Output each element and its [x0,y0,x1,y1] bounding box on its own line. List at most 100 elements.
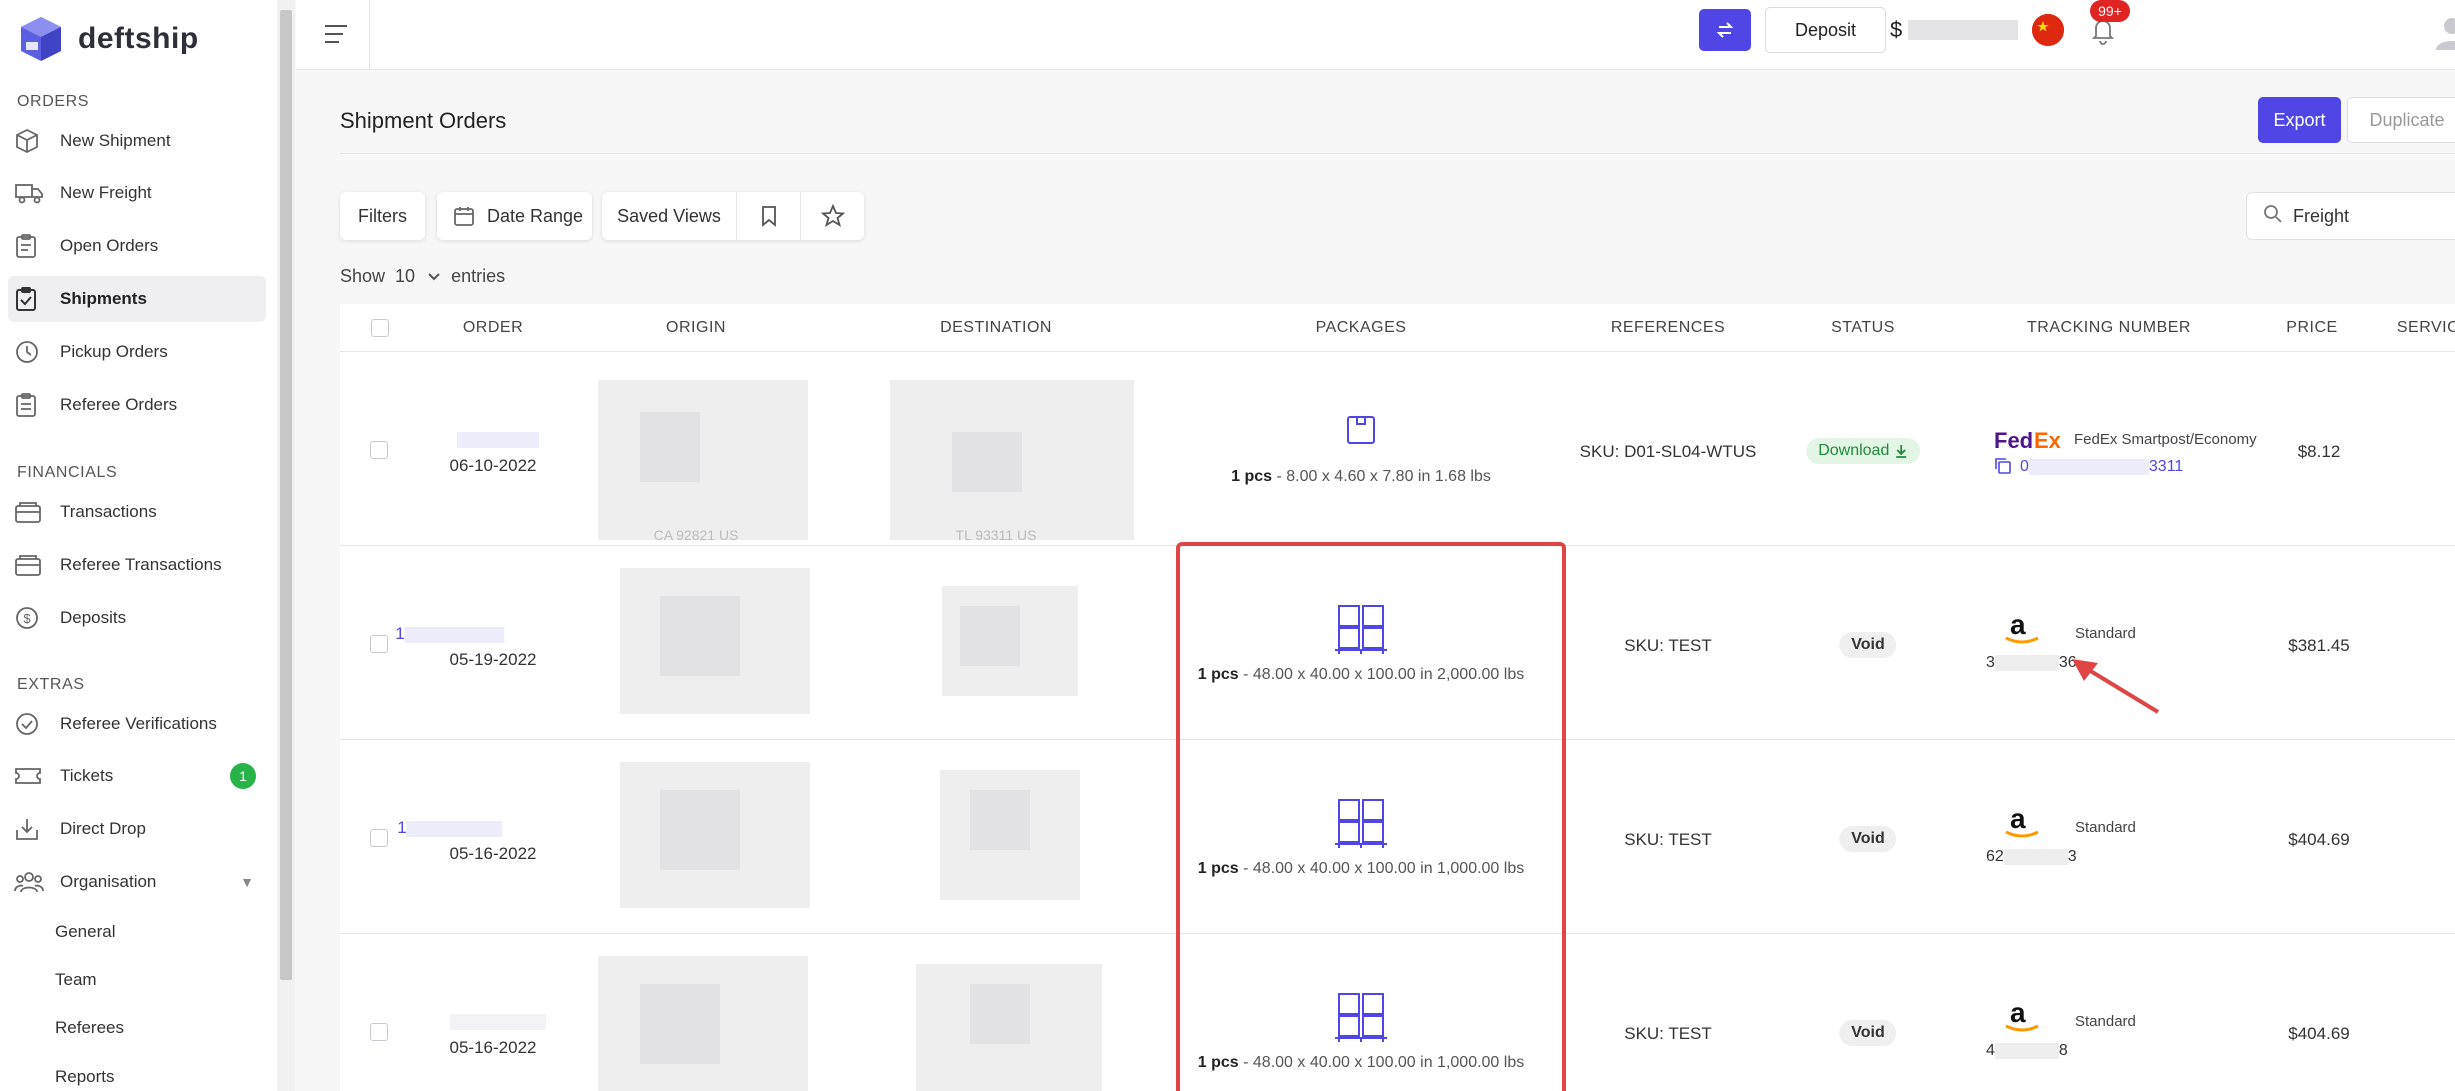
status-badge: Void [1839,826,1897,852]
row-checkbox[interactable] [370,635,388,653]
box-icon [1345,414,1377,451]
brand-logo[interactable]: deftship [16,14,199,64]
order-date: 05-16-2022 [449,1038,537,1057]
column-packages[interactable]: PACKAGES [1316,319,1407,337]
sidebar-item-label: Referee Orders [60,395,178,414]
sidebar-subitem-referees[interactable]: Referees [55,1018,124,1038]
svg-text:a: a [2010,804,2026,834]
tracking-number-link[interactable]: 0 3311 [2020,458,2183,476]
column-price[interactable]: PRICE [2286,319,2337,337]
order-redacted [406,820,503,837]
column-service[interactable]: SERVIC [2397,319,2455,337]
row-checkbox[interactable] [370,829,388,847]
bookmark-icon[interactable] [737,192,800,240]
reference: SKU: TEST [1624,830,1712,849]
sidebar-item-tickets[interactable]: Tickets 1 [8,753,266,799]
sidebar-item-pickup-orders[interactable]: Pickup Orders [8,329,266,375]
deposit-button[interactable]: Deposit [1765,7,1886,53]
download-box-icon [14,815,50,843]
tracking-number[interactable]: 48 [1986,1042,2068,1060]
language-flag-icon[interactable] [2032,14,2064,46]
sidebar-item-label: Organisation [60,872,157,891]
destination-redacted [952,432,1022,492]
tracking-prefix: 4 [1986,1042,1995,1059]
sidebar-item-label: Referee Transactions [60,555,222,574]
column-origin[interactable]: ORIGIN [666,319,726,337]
sidebar-item-new-freight[interactable]: New Freight [8,170,266,216]
order-redacted [404,626,505,643]
sidebar-subitem-team[interactable]: Team [55,970,97,990]
reference: SKU: D01-SL04-WTUS [1579,442,1757,461]
order-date: 06-10-2022 [449,456,537,475]
package-dims: - 8.00 x 4.60 x 7.80 in 1.68 lbs [1272,468,1491,485]
sidebar-item-new-shipment[interactable]: New Shipment [8,118,266,164]
entries-value: 10 [395,266,416,286]
sidebar-item-direct-drop[interactable]: Direct Drop [8,806,266,852]
tracking-prefix: 62 [1986,848,2004,865]
column-destination[interactable]: DESTINATION [940,319,1052,337]
sidebar-item-label: Pickup Orders [60,342,168,361]
sidebar-subitem-general[interactable]: General [55,922,115,942]
export-button[interactable]: Export [2258,97,2341,143]
search-input[interactable] [2293,205,2455,227]
truck-icon [14,179,50,207]
select-all-checkbox[interactable] [371,319,389,337]
column-references[interactable]: REFERENCES [1611,319,1725,337]
sidebar-item-shipments[interactable]: Shipments [8,276,266,322]
sidebar-item-referee-verifications[interactable]: Referee Verifications [8,701,266,747]
tracking-suffix: 3311 [2148,458,2184,475]
order-number-link[interactable] [450,1014,546,1030]
topbar-divider [369,0,370,70]
sidebar-item-organisation[interactable]: Organisation ▼ [8,859,266,905]
menu-toggle-icon[interactable] [318,16,354,52]
column-order[interactable]: ORDER [463,319,523,337]
section-orders: ORDERS [17,93,90,110]
search-field[interactable] [2246,192,2455,240]
status-cell: Void [1839,632,1897,658]
column-tracking-number[interactable]: TRACKING NUMBER [2027,319,2191,337]
user-avatar[interactable] [2432,12,2455,52]
clipboard-check-icon [14,285,50,313]
sidebar-scrollbar-thumb[interactable] [280,10,292,980]
sidebar-item-referee-transactions[interactable]: Referee Transactions [8,542,266,588]
sidebar-item-referee-orders[interactable]: Referee Orders [8,382,266,428]
switch-account-button[interactable] [1699,9,1751,51]
sidebar-item-transactions[interactable]: Transactions [8,489,266,535]
package-summary: 1 pcs - 8.00 x 4.60 x 7.80 in 1.68 lbs [1231,468,1491,486]
sidebar-item-label: Referee Verifications [60,714,217,733]
saved-views-button[interactable]: Saved Views [602,206,736,227]
row-checkbox[interactable] [370,1023,388,1041]
download-label-button[interactable]: Download [1806,438,1920,464]
column-status[interactable]: STATUS [1831,319,1895,337]
fedex-logo: Fed Ex [1994,428,2064,459]
sidebar-item-deposits[interactable]: $ Deposits [8,595,266,641]
tracking-number[interactable]: 3 36 [1986,654,2077,672]
order-prefix: 1 [395,624,405,643]
sidebar-item-label: Tickets [60,766,114,785]
copy-icon[interactable] [1994,457,2012,480]
tracking-suffix: 8 [2058,1042,2068,1059]
tracking-number[interactable]: 62 3 [1986,848,2077,866]
status-badge: Void [1839,632,1897,658]
entries-per-page-select[interactable]: 10 [395,266,441,287]
duplicate-button[interactable]: Duplicate [2347,97,2455,143]
table-row[interactable]: 06-10-2022 CA 92821 US TL 93311 US 1 pcs… [340,352,2455,546]
sidebar-item-label: Direct Drop [60,819,146,838]
filters-button[interactable]: Filters [340,192,425,240]
origin-redacted [640,412,700,482]
row-checkbox[interactable] [370,441,388,459]
download-icon [1895,445,1906,458]
star-icon[interactable] [801,192,864,240]
order-prefix: 1 [397,818,407,837]
order-number-link[interactable]: 1 [395,624,505,644]
tracking-redacted [1994,654,2059,671]
date-range-button[interactable]: Date Range [437,192,592,240]
wallet-icon [14,551,50,579]
sidebar-item-open-orders[interactable]: Open Orders [8,223,266,269]
amazon-logo: a [2000,609,2044,651]
sidebar-subitem-reports[interactable]: Reports [55,1067,115,1087]
order-number-link[interactable] [457,432,539,448]
order-number-link[interactable]: 1 [397,818,503,838]
calendar-icon [453,205,475,227]
destination-redacted [970,790,1030,850]
